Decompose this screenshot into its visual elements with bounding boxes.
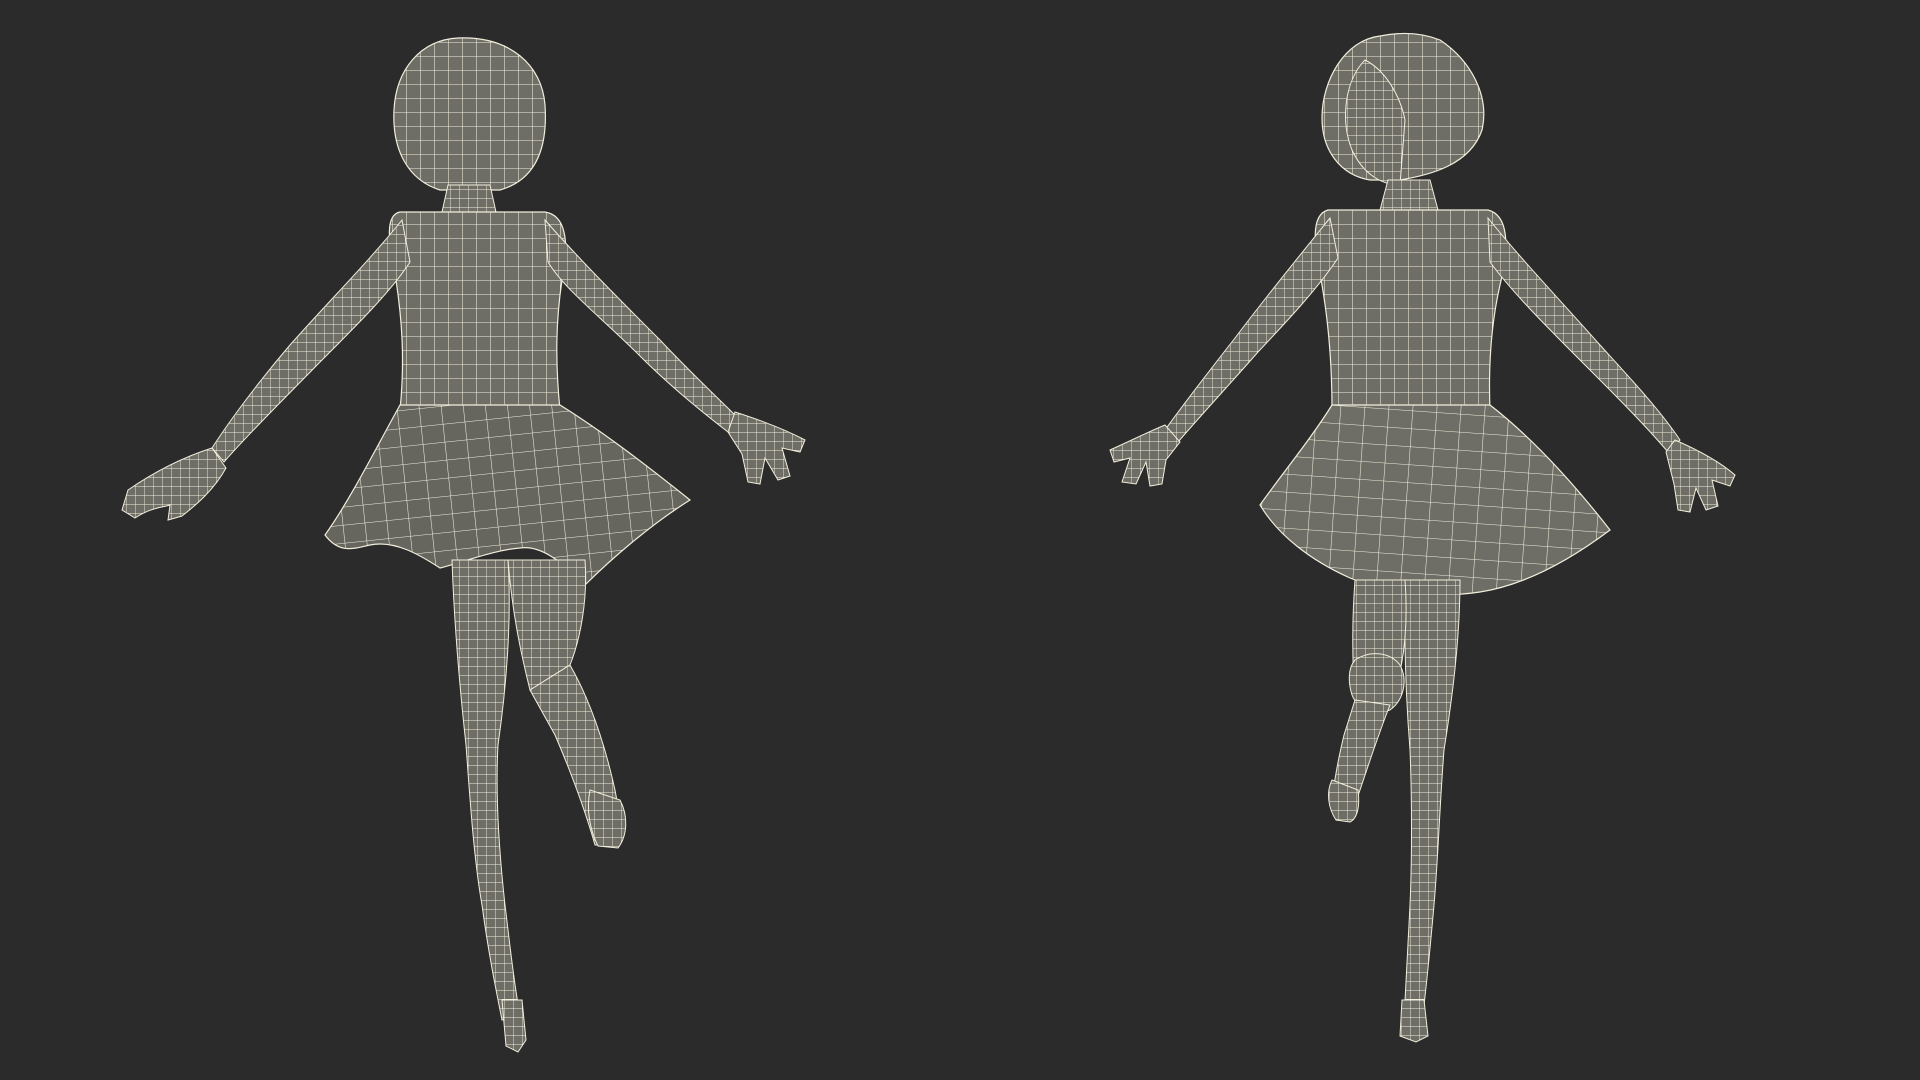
standing-foot-mesh bbox=[1399, 999, 1429, 1043]
right-arm-mesh bbox=[1487, 216, 1681, 453]
raised-thigh-mesh bbox=[507, 559, 587, 691]
skirt-mesh bbox=[324, 404, 692, 586]
torso-mesh bbox=[1314, 209, 1507, 411]
left-hand-mesh bbox=[1109, 424, 1181, 487]
standing-foot-mesh bbox=[501, 999, 527, 1053]
hair-mesh bbox=[393, 37, 547, 191]
torso-mesh bbox=[388, 211, 567, 411]
wireframe-figure-back-view bbox=[121, 37, 806, 1053]
left-arm-mesh bbox=[1164, 216, 1339, 443]
render-viewport bbox=[0, 0, 1920, 1080]
right-hand-mesh bbox=[727, 411, 806, 485]
right-hand-mesh bbox=[1665, 439, 1736, 513]
standing-leg-mesh bbox=[451, 559, 521, 1021]
neck-mesh bbox=[441, 184, 497, 213]
right-arm-mesh bbox=[544, 218, 741, 433]
left-hand-mesh bbox=[121, 447, 227, 521]
wireframe-figure-front-view bbox=[1109, 32, 1736, 1043]
skirt-mesh bbox=[1259, 404, 1611, 596]
standing-leg-mesh bbox=[1403, 579, 1461, 1023]
left-arm-mesh bbox=[211, 218, 411, 463]
neck-mesh bbox=[1379, 179, 1439, 211]
